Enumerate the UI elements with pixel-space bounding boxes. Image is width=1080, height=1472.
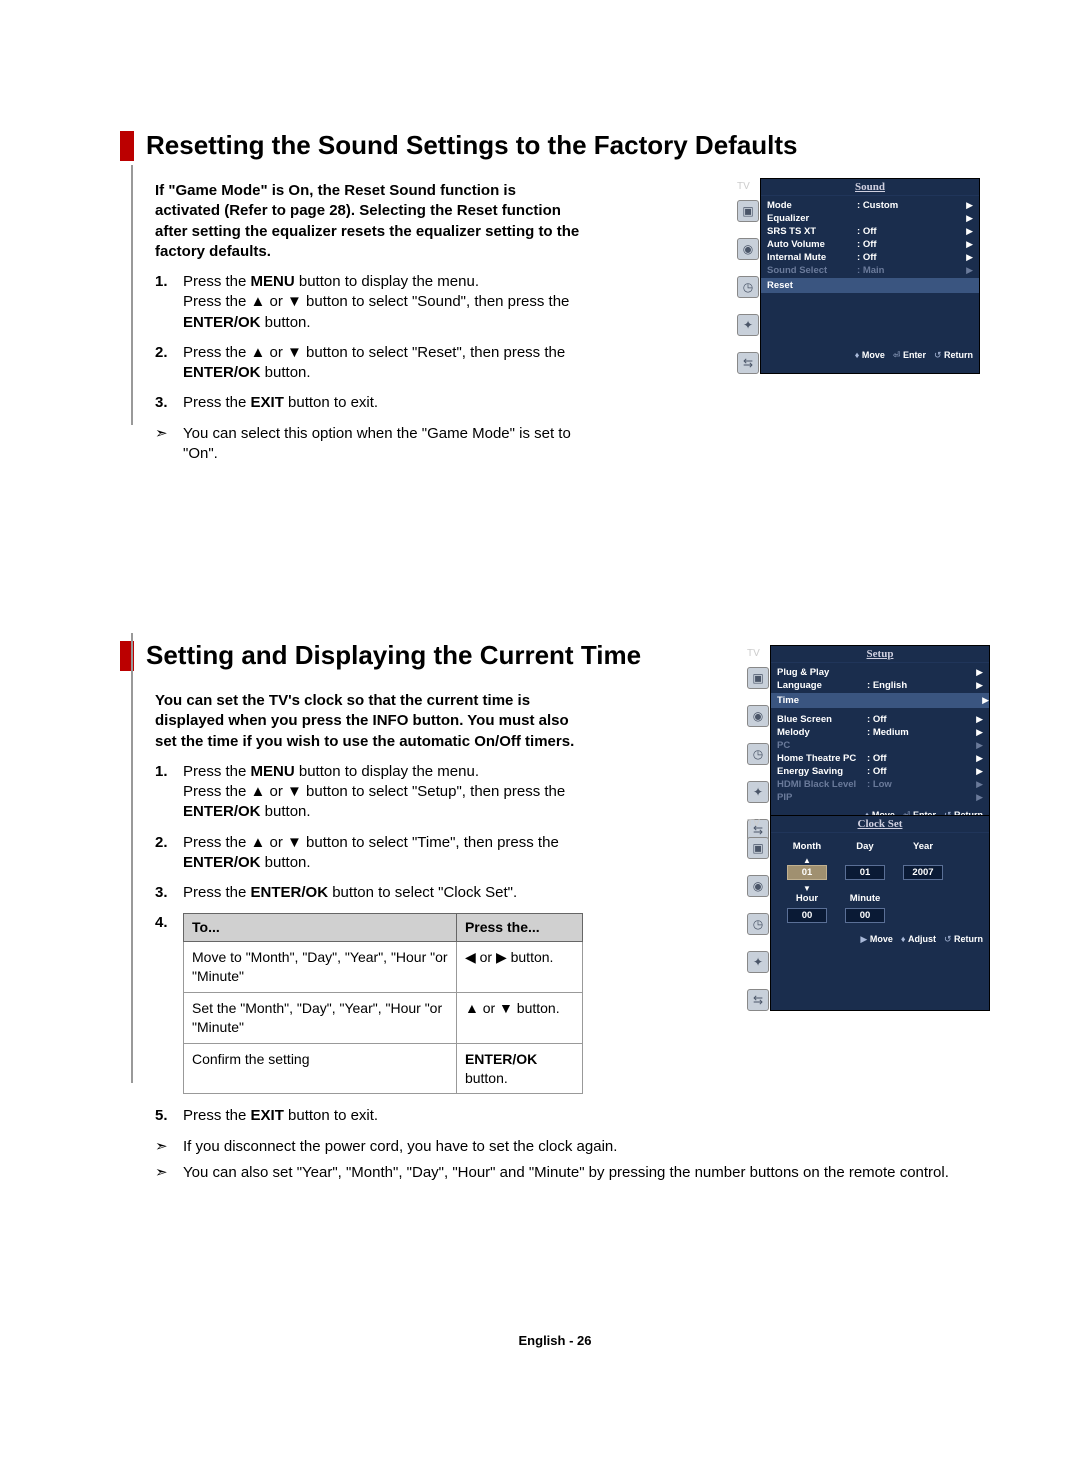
osd-selected-row: Time▶ bbox=[771, 693, 989, 708]
instruction-list: Press the MENU button to display the men… bbox=[155, 762, 585, 1127]
section-title: Resetting the Sound Settings to the Fact… bbox=[146, 130, 798, 161]
osd-title: TV Clock Set bbox=[771, 816, 989, 833]
step: Press the ENTER/OK button to select "Clo… bbox=[155, 883, 585, 903]
clock-label: Month bbox=[787, 841, 827, 852]
channel-icon: ◷ bbox=[737, 276, 759, 298]
clock-label: Day bbox=[845, 841, 885, 852]
osd-screenshot-clock-set: ▣ ◉ ◷ ✦ ⇆ TV Clock Set Month Day Year ▲ bbox=[746, 815, 990, 1011]
table-row: Set the "Month", "Day", "Year", "Hour "o… bbox=[184, 992, 583, 1043]
section-heading: Resetting the Sound Settings to the Fact… bbox=[120, 130, 990, 161]
step: Press the EXIT button to exit. bbox=[155, 1106, 585, 1126]
channel-icon: ◷ bbox=[747, 743, 769, 765]
osd-screenshot-sound: ▣ ◉ ◷ ✦ ⇆ TV Sound ModeCustom▶ Equalizer… bbox=[736, 178, 980, 374]
table-header: Press the... bbox=[456, 914, 582, 942]
page-footer: English - 26 bbox=[120, 1333, 990, 1348]
step: Press the MENU button to display the men… bbox=[155, 272, 585, 333]
table-header: To... bbox=[184, 914, 457, 942]
step: To... Press the... Move to "Month", "Day… bbox=[155, 913, 585, 1094]
osd-menu-list: ModeCustom▶ Equalizer▶ SRS TS XTOff▶ Aut… bbox=[761, 196, 979, 347]
osd-clock-body: Month Day Year ▲ 01 01 2007 ▼ Hour Minut… bbox=[771, 833, 989, 931]
osd-category-icons: ▣ ◉ ◷ ✦ ⇆ bbox=[746, 815, 770, 1011]
osd-title: TV Setup bbox=[771, 646, 989, 663]
osd-footer-hints: ▶ Move ♦ Adjust ↺ Return bbox=[771, 931, 989, 948]
instruction-list: Press the MENU button to display the men… bbox=[155, 272, 585, 414]
clock-value-selected: 01 bbox=[787, 865, 827, 880]
osd-category-icons: ▣ ◉ ◷ ✦ ⇆ bbox=[736, 178, 760, 374]
setup-icon: ✦ bbox=[747, 781, 769, 803]
setup-icon: ✦ bbox=[737, 314, 759, 336]
picture-icon: ▣ bbox=[747, 837, 769, 859]
clock-label: Minute bbox=[845, 893, 885, 904]
clock-value: 00 bbox=[845, 908, 885, 923]
step: Press the ▲ or ▼ button to select "Reset… bbox=[155, 343, 585, 384]
input-icon: ⇆ bbox=[737, 352, 759, 374]
picture-icon: ▣ bbox=[747, 667, 769, 689]
heading-accent-bar bbox=[120, 131, 134, 161]
osd-category-icons: ▣ ◉ ◷ ✦ ⇆ bbox=[746, 645, 770, 841]
section-title: Setting and Displaying the Current Time bbox=[146, 640, 641, 671]
clock-value: 00 bbox=[787, 908, 827, 923]
sound-icon: ◉ bbox=[737, 238, 759, 260]
setup-icon: ✦ bbox=[747, 951, 769, 973]
table-row: Move to "Month", "Day", "Year", "Hour "o… bbox=[184, 942, 583, 993]
table-row: Confirm the setting ENTER/OK button. bbox=[184, 1043, 583, 1094]
clock-value: 2007 bbox=[903, 865, 943, 880]
action-table: To... Press the... Move to "Month", "Day… bbox=[183, 913, 583, 1094]
channel-icon: ◷ bbox=[747, 913, 769, 935]
step: Press the EXIT button to exit. bbox=[155, 393, 585, 413]
sound-icon: ◉ bbox=[747, 705, 769, 727]
section-intro: You can set the TV's clock so that the c… bbox=[155, 691, 585, 752]
osd-screenshot-setup: ▣ ◉ ◷ ✦ ⇆ TV Setup Plug & Play▶ Language… bbox=[746, 645, 990, 841]
osd-footer-hints: ♦ Move ⏎ Enter ↺ Return bbox=[761, 347, 979, 364]
step: Press the MENU button to display the men… bbox=[155, 762, 585, 823]
note: If you disconnect the power cord, you ha… bbox=[155, 1137, 990, 1157]
margin-line bbox=[131, 633, 133, 1083]
sound-icon: ◉ bbox=[747, 875, 769, 897]
osd-menu-list: Plug & Play▶ LanguageEnglish▶ Time▶ Blue… bbox=[771, 663, 989, 807]
note: You can select this option when the "Gam… bbox=[155, 424, 585, 465]
clock-label: Year bbox=[903, 841, 943, 852]
manual-page: Resetting the Sound Settings to the Fact… bbox=[0, 0, 1080, 1398]
osd-selected-row: Reset bbox=[761, 278, 979, 293]
step: Press the ▲ or ▼ button to select "Time"… bbox=[155, 833, 585, 874]
section-intro: If "Game Mode" is On, the Reset Sound fu… bbox=[155, 181, 585, 262]
margin-line bbox=[131, 165, 133, 425]
input-icon: ⇆ bbox=[747, 989, 769, 1011]
osd-title: TV Sound bbox=[761, 179, 979, 196]
picture-icon: ▣ bbox=[737, 200, 759, 222]
clock-label: Hour bbox=[787, 893, 827, 904]
clock-value: 01 bbox=[845, 865, 885, 880]
note: You can also set "Year", "Month", "Day",… bbox=[155, 1163, 990, 1183]
